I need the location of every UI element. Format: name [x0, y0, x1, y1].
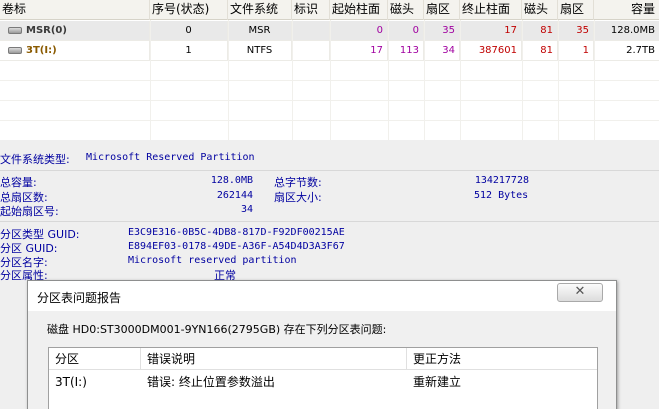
partition-id: [292, 41, 330, 61]
partition-start-head: 0: [388, 21, 424, 41]
partition-table: 卷标 序号(状态) 文件系统 标识 起始柱面 磁头 扇区 终止柱面 磁头 扇区 …: [0, 0, 659, 140]
partition-disk-icon: [8, 27, 22, 34]
total-bytes-label: 总字节数:: [274, 176, 322, 189]
grid-line: [292, 20, 293, 140]
grid-line: [228, 20, 229, 140]
total-capacity-value: 128.0MB: [210, 175, 253, 186]
total-capacity-label: 总容量:: [0, 176, 37, 189]
sector-size-value: 512 Bytes: [474, 190, 529, 201]
partition-capacity: 128.0MB: [610, 25, 655, 36]
partition-end-sector: 1: [558, 41, 594, 61]
partition-label-cell: 3T(I:): [0, 41, 150, 61]
problem-col-fix[interactable]: 更正方法: [407, 348, 597, 370]
problem-list[interactable]: 分区 错误说明 更正方法 3T(I:) 错误: 终止位置参数溢出 重新建立: [48, 347, 598, 409]
partition-start-cylinder: 17: [330, 41, 388, 61]
grid-line: [150, 20, 151, 140]
col-header-start-head[interactable]: 磁头: [388, 0, 424, 20]
total-bytes-value: 134217728: [474, 175, 529, 186]
dialog-message: 磁盘 HD0:ST3000DM001-9YN166(2795GB) 存在下列分区…: [47, 323, 387, 336]
problem-error[interactable]: 错误: 终止位置参数溢出: [141, 372, 407, 392]
fs-type-value: Microsoft Reserved Partition: [86, 152, 255, 163]
partition-end-head: 81: [522, 21, 558, 41]
dialog-title-bar[interactable]: 分区表问题报告 ✕: [28, 281, 616, 311]
partition-end-cylinder: 17: [460, 21, 522, 41]
problem-partition[interactable]: 3T(I:): [49, 372, 141, 392]
col-header-filesystem[interactable]: 文件系统: [228, 0, 292, 20]
partition-index: 1: [150, 41, 228, 61]
grid-line: [460, 20, 461, 140]
partition-table-header: 卷标 序号(状态) 文件系统 标识 起始柱面 磁头 扇区 终止柱面 磁头 扇区 …: [0, 0, 659, 20]
partition-start-sector: 35: [424, 21, 460, 41]
divider: [0, 221, 659, 222]
close-icon: ✕: [574, 284, 586, 299]
partition-index: 0: [150, 21, 228, 41]
partition-id: [292, 21, 330, 41]
col-header-start-cylinder[interactable]: 起始柱面: [330, 0, 388, 20]
divider: [0, 170, 659, 171]
col-header-capacity[interactable]: 容量: [594, 0, 659, 20]
dialog-title: 分区表问题报告: [37, 291, 122, 305]
partition-start-sector: 34: [424, 41, 460, 61]
partition-filesystem: MSR: [228, 21, 292, 41]
col-header-end-head[interactable]: 磁头: [522, 0, 558, 20]
grid-line: [330, 20, 331, 140]
partition-start-head: 113: [388, 41, 424, 61]
problem-col-partition[interactable]: 分区: [49, 348, 141, 370]
partition-name-value: Microsoft reserved partition: [128, 255, 297, 266]
start-sector-label: 起始扇区号:: [0, 205, 59, 218]
partition-label: MSR(0): [26, 25, 67, 36]
col-header-start-sector[interactable]: 扇区: [424, 0, 460, 20]
partition-start-cylinder: 0: [330, 21, 388, 41]
total-sectors-value: 262144: [216, 190, 253, 201]
col-header-label[interactable]: 卷标: [0, 0, 150, 20]
partition-end-head: 81: [522, 41, 558, 61]
start-sector-value: 34: [240, 204, 253, 215]
fs-type-label: 文件系统类型:: [0, 153, 70, 166]
close-button[interactable]: ✕: [557, 283, 603, 302]
partition-capacity: 2.7TB: [626, 45, 655, 56]
col-header-index[interactable]: 序号(状态): [150, 0, 228, 20]
partition-label-cell: MSR(0): [0, 21, 150, 41]
partition-problem-dialog: 分区表问题报告 ✕ 磁盘 HD0:ST3000DM001-9YN166(2795…: [27, 280, 617, 409]
grid-line: [522, 20, 523, 140]
sector-size-label: 扇区大小:: [274, 191, 322, 204]
partition-disk-icon: [8, 47, 22, 54]
partition-end-cylinder: 387601: [460, 41, 522, 61]
partition-end-sector: 35: [558, 21, 594, 41]
type-guid-value: E3C9E316-0B5C-4DB8-817D-F92DF00215AE: [128, 227, 345, 238]
problem-fix[interactable]: 重新建立: [407, 372, 597, 392]
grid-line: [424, 20, 425, 140]
partition-filesystem: NTFS: [228, 41, 292, 61]
col-header-end-sector[interactable]: 扇区: [558, 0, 594, 20]
grid-line: [388, 20, 389, 140]
partition-guid-value: E894EF03-0178-49DE-A36F-A54D4D3A3F67: [128, 241, 345, 252]
grid-line: [594, 20, 595, 140]
problem-col-error[interactable]: 错误说明: [141, 348, 407, 370]
col-header-end-cylinder[interactable]: 终止柱面: [460, 0, 522, 20]
partition-label: 3T(I:): [26, 45, 57, 56]
grid-line: [558, 20, 559, 140]
col-header-id[interactable]: 标识: [292, 0, 330, 20]
